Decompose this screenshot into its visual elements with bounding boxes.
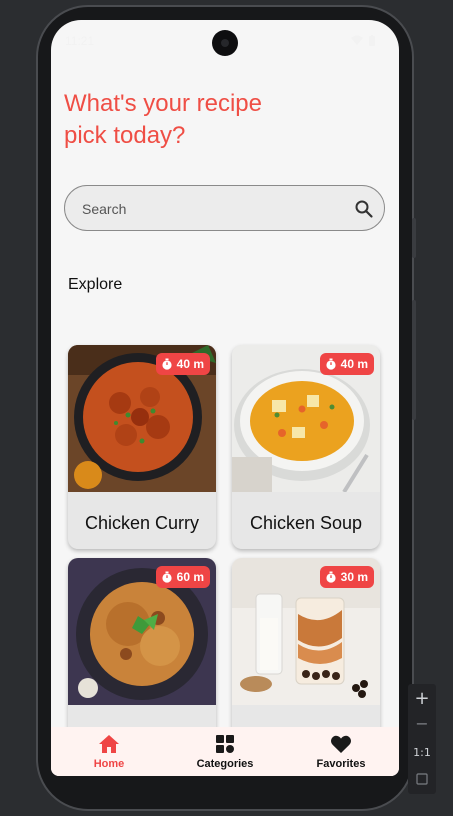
recipe-card[interactable]: 40 m Chicken Soup (232, 345, 380, 549)
wifi-icon (351, 35, 363, 45)
cook-time: 60 m (176, 570, 204, 584)
nav-home-label: Home (93, 758, 125, 770)
timer-icon (326, 571, 336, 583)
emulator-toolbar: + − 1:1 (408, 684, 436, 794)
volume-button (412, 300, 416, 420)
page-title: What's your recipe pick today? (64, 90, 262, 149)
bottom-nav: Home Categories Favorites (51, 727, 399, 776)
power-button (412, 218, 416, 258)
zoom-reset-button[interactable]: 1:1 (408, 746, 436, 759)
search-input[interactable] (82, 199, 322, 219)
battery-icon (369, 35, 375, 46)
search-icon[interactable] (354, 199, 374, 219)
cook-time: 30 m (340, 570, 368, 584)
front-camera (212, 30, 238, 56)
section-title: Explore (68, 276, 123, 293)
cook-time-badge: 40 m (319, 353, 374, 375)
timer-icon (162, 358, 172, 370)
grid-icon (216, 735, 234, 753)
screenshot-button[interactable] (408, 770, 436, 789)
app-screen: 11:21 What's your recipe pick today? Exp… (51, 20, 399, 776)
cook-time: 40 m (340, 357, 368, 371)
zoom-in-button[interactable]: + (408, 688, 436, 709)
status-time: 11:21 (65, 34, 95, 48)
timer-icon (326, 358, 336, 370)
cook-time-badge: 30 m (319, 566, 374, 588)
cook-time-badge: 60 m (155, 566, 210, 588)
cook-time: 40 m (176, 357, 204, 371)
recipe-name: Chicken Curry (84, 513, 200, 533)
status-icons (351, 35, 375, 46)
cook-time-badge: 40 m (155, 353, 210, 375)
nav-favorites[interactable]: Favorites (283, 727, 399, 776)
home-icon (99, 735, 119, 753)
timer-icon (162, 571, 172, 583)
zoom-out-button[interactable]: − (408, 714, 436, 733)
heart-icon (330, 735, 352, 753)
screen-icon (416, 773, 428, 785)
recipe-name: Chicken Soup (249, 513, 363, 533)
nav-categories[interactable]: Categories (167, 727, 283, 776)
recipe-card[interactable]: 40 m Chicken Curry (68, 345, 216, 549)
search-bar[interactable] (64, 185, 385, 231)
nav-categories-label: Categories (196, 758, 254, 770)
nav-home[interactable]: Home (51, 727, 167, 776)
nav-favorites-label: Favorites (316, 758, 366, 770)
